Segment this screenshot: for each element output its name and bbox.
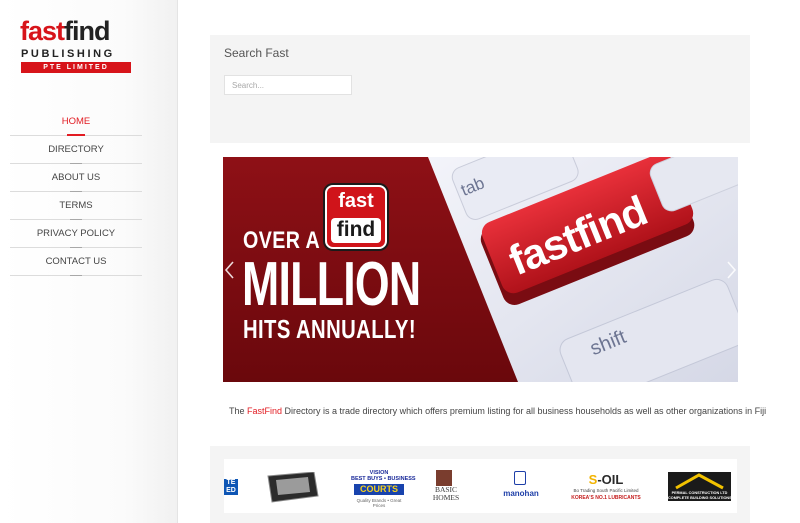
permal-construction-text: PERMAL CONSTRUCTION LTD COMPLETE BUILDIN… [668,491,732,500]
partner-logos-strip: TE ED VISION BEST BUYS • BUSINESS COURTS… [224,459,737,513]
courts-name: COURTS [354,484,404,495]
chevron-right-icon[interactable] [724,259,738,281]
tagline-brand: FastFind [247,406,283,416]
badge-fast: fast [338,190,374,212]
brand-logo[interactable]: fastfind PUBLISHING PTE LIMITED [20,16,132,74]
search-panel: Search Fast [210,35,750,143]
manohan-icon [514,471,526,485]
logo-word-fast: fast [20,16,65,46]
s-oil-sub-text: Bo Trading South Pacific Limited [573,488,639,493]
headline-hits-annually: HITS ANNUALLY! [243,314,416,344]
logo-wordmark: fastfind [20,16,111,46]
partner-logo-basic-homes[interactable]: BASIC HOMES [429,486,463,502]
badge-find: find [331,218,381,243]
tagline: The FastFind Directory is a trade direct… [229,406,766,416]
partner-logo-manohan[interactable]: manohan [497,489,545,498]
search-input[interactable] [224,75,352,95]
logo-publishing: PUBLISHING [21,48,115,60]
courts-top-text: VISION BEST BUYS • BUSINESS [351,470,416,482]
fastfind-badge: fast find [325,185,387,249]
headline-million: MILLION [242,250,421,319]
partner-logo-basic-homes-mark[interactable] [436,470,452,486]
nav-item-about-us[interactable]: ABOUT US [10,164,142,192]
nav-item-privacy-policy[interactable]: PRIVACY POLICY [10,220,142,248]
house-roof-icon [675,473,724,490]
s-oil-rest: -OIL [597,472,624,487]
nav-item-directory[interactable]: DIRECTORY [10,136,142,164]
partners-panel: TE ED VISION BEST BUYS • BUSINESS COURTS… [210,446,750,523]
search-title: Search Fast [224,46,289,60]
sidebar: fastfind PUBLISHING PTE LIMITED HOME DIR… [0,0,178,523]
nav-item-contact-us[interactable]: CONTACT US [10,248,142,276]
partner-logo-courts[interactable]: VISION BEST BUYS • BUSINESS COURTS Quali… [351,470,416,508]
chevron-left-icon[interactable] [223,259,237,281]
logo-word-find: find [64,16,110,46]
tagline-prefix: The [229,406,248,416]
partner-logo-razor-blade[interactable] [264,472,332,504]
main-nav: HOME DIRECTORY ABOUT US TERMS PRIVACY PO… [10,108,142,276]
hero-slider[interactable]: tab fastfind shift fast find OVER A MILL… [223,157,738,382]
logo-pte-limited: PTE LIMITED [21,62,131,73]
courts-sub-text: Quality Brands • Great Prices [356,498,402,508]
nav-item-terms[interactable]: TERMS [10,192,142,220]
s-oil-tagline: KOREA'S NO.1 LUBRICANTS [571,495,641,501]
tagline-suffix: Directory is a trade directory which off… [282,406,767,416]
nav-item-home[interactable]: HOME [10,108,142,136]
partner-logo-s-oil[interactable]: S-OIL [571,472,641,487]
partner-logo-ted[interactable]: TE ED [224,479,238,495]
